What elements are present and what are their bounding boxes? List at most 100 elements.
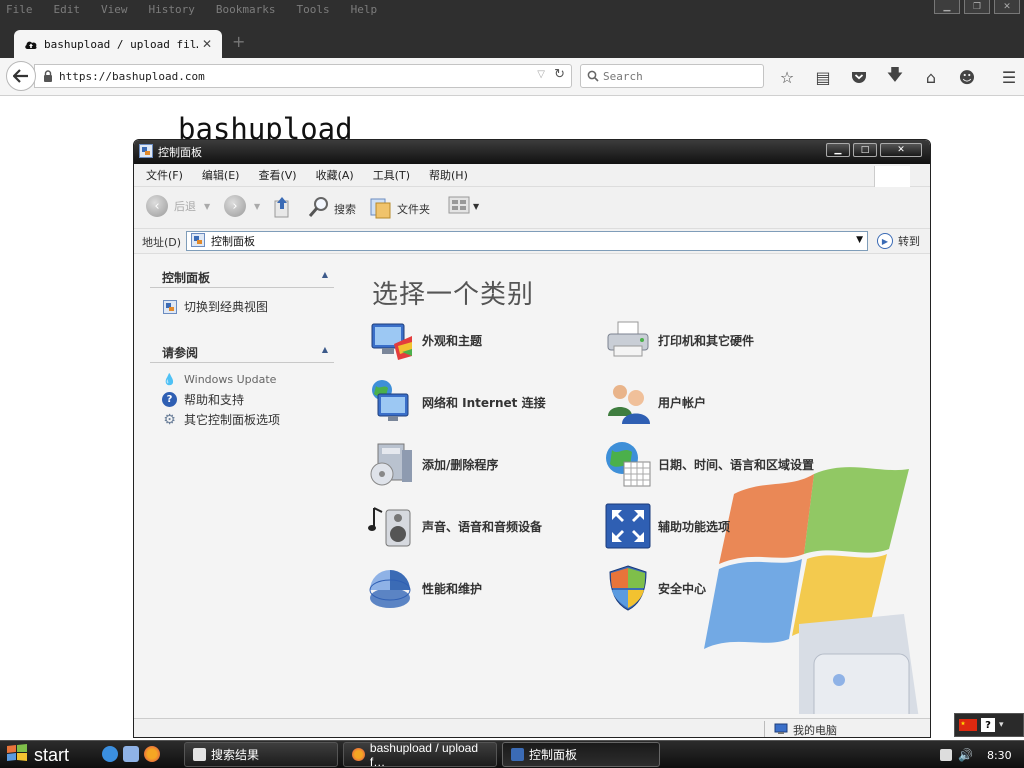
close-button[interactable]: ✕ (994, 0, 1020, 14)
maximize-button[interactable]: ❐ (964, 0, 990, 14)
menu-view[interactable]: 查看(V) (258, 167, 296, 183)
hamburger-menu-icon[interactable]: ☰ (998, 66, 1020, 88)
menu-history[interactable]: History (149, 3, 195, 16)
window-title: 控制面板 (158, 146, 202, 159)
taskbar-label: bashupload / upload f… (369, 740, 479, 768)
folders-button[interactable]: 文件夹 (370, 195, 430, 222)
cloud-upload-icon (24, 35, 38, 54)
category-label: 辅助功能选项 (658, 519, 731, 534)
forward-button[interactable]: › ▼ (224, 195, 260, 217)
category-security-center[interactable]: 安全中心 (604, 564, 706, 612)
control-panel-section-header[interactable]: 控制面板 ▲ (150, 266, 334, 288)
dropdown-icon[interactable]: ▽ (537, 69, 545, 80)
show-desktop-icon[interactable] (123, 746, 139, 762)
category-user-accounts[interactable]: 用户帐户 (604, 378, 706, 426)
china-flag-icon[interactable] (959, 716, 977, 735)
category-printers-hardware[interactable]: 打印机和其它硬件 (604, 316, 754, 364)
bookmark-star-icon[interactable]: ☆ (776, 66, 798, 88)
home-icon[interactable]: ⌂ (920, 66, 942, 88)
language-bar: ? ▾ (954, 713, 1024, 737)
help-icon: ? (162, 392, 177, 407)
new-tab-icon[interactable]: + (232, 32, 245, 51)
other-options-link[interactable]: ⚙ 其它控制面板选项 (162, 411, 280, 428)
menu-view[interactable]: View (101, 3, 128, 16)
category-appearance-themes[interactable]: 外观和主题 (368, 316, 482, 364)
maximize-button[interactable]: □ (853, 143, 877, 157)
menu-tools[interactable]: 工具(T) (373, 167, 410, 183)
minimize-button[interactable]: ▁ (934, 0, 960, 14)
menu-tools[interactable]: Tools (296, 3, 329, 16)
back-label: 后退 (174, 200, 196, 213)
status-label: 我的电脑 (793, 724, 837, 737)
close-button[interactable]: ✕ (880, 143, 922, 157)
network-icon (368, 378, 416, 426)
minimize-button[interactable]: ▁ (826, 143, 850, 157)
up-folder-button[interactable] (272, 195, 292, 222)
menu-help[interactable]: 帮助(H) (429, 167, 468, 183)
back-arrow-icon: ‹ (146, 195, 168, 217)
tab-bashupload[interactable]: bashupload / upload fil… ✕ (14, 30, 222, 58)
switch-classic-view-link[interactable]: 切换到经典视图 (162, 298, 268, 315)
back-button[interactable] (6, 61, 36, 91)
status-divider (764, 721, 765, 737)
reading-list-icon[interactable]: ▤ (812, 66, 834, 88)
close-tab-icon[interactable]: ✕ (202, 37, 212, 51)
folders-icon (370, 195, 392, 222)
category-date-time-language[interactable]: 日期、时间、语言和区域设置 (604, 440, 814, 488)
download-icon[interactable]: 🡇 (884, 65, 906, 88)
taskbar-control-panel[interactable]: 控制面板 (502, 742, 660, 767)
category-network-internet[interactable]: 网络和 Internet 连接 (368, 378, 546, 426)
menu-bookmarks[interactable]: Bookmarks (216, 3, 276, 16)
category-sound-audio[interactable]: 声音、语音和音频设备 (368, 502, 542, 550)
menu-file[interactable]: File (6, 3, 33, 16)
desktop-screen: File Edit View History Bookmarks Tools H… (0, 0, 1024, 768)
switch-view-label: 切换到经典视图 (184, 300, 269, 314)
address-bar: 地址(D) 控制面板 ▼ ▶ 转到 (134, 229, 930, 254)
help-icon[interactable]: ? (981, 718, 995, 732)
navigation-toolbar: https://bashupload.com ▽ ↻ Search ☆ ▤ 🡇 … (0, 58, 1024, 96)
hello-chat-icon[interactable]: ☻ (956, 66, 978, 88)
volume-icon[interactable]: 🔊 (958, 748, 973, 762)
help-support-link[interactable]: ? 帮助和支持 (162, 391, 244, 408)
menu-edit[interactable]: 编辑(E) (202, 167, 240, 183)
reload-icon[interactable]: ↻ (554, 67, 565, 82)
search-bar[interactable]: Search (580, 64, 764, 88)
taskbar-search-results[interactable]: 搜索结果 (184, 742, 338, 767)
windows-xp-logo-decoration (704, 467, 919, 714)
category-add-remove-programs[interactable]: 添加/删除程序 (368, 440, 498, 488)
options-arrow-icon[interactable]: ▾ (999, 720, 1004, 730)
address-input[interactable]: 控制面板 ▼ (186, 231, 868, 251)
pocket-icon[interactable] (848, 66, 870, 88)
lock-icon (43, 67, 53, 86)
menu-favorites[interactable]: 收藏(A) (316, 167, 354, 183)
category-performance-maintenance[interactable]: 性能和维护 (368, 564, 482, 612)
internet-explorer-icon[interactable] (102, 746, 118, 762)
firefox-icon (352, 748, 365, 761)
menu-edit[interactable]: Edit (54, 3, 81, 16)
url-bar[interactable]: https://bashupload.com ▽ ↻ (34, 64, 572, 88)
search-button[interactable]: 搜索 (308, 195, 356, 222)
users-icon (604, 378, 652, 426)
security-shield-icon (604, 564, 652, 612)
control-panel-body: 控制面板 ▲ 切换到经典视图 请参阅 ▲ 💧 Windows Update ? … (134, 254, 930, 718)
collapse-icon[interactable]: ▲ (322, 270, 328, 279)
clock[interactable]: 8:30 (987, 749, 1012, 762)
firefox-window-controls: ▁ ❐ ✕ (934, 0, 1020, 14)
address-dropdown-icon[interactable]: ▼ (856, 235, 863, 245)
menu-help[interactable]: Help (351, 3, 378, 16)
see-also-section-header[interactable]: 请参阅 ▲ (150, 341, 334, 363)
windows-update-link[interactable]: 💧 Windows Update (162, 372, 277, 387)
category-accessibility[interactable]: 辅助功能选项 (604, 502, 730, 550)
go-button[interactable]: ▶ 转到 (877, 233, 920, 249)
back-button[interactable]: ‹ 后退 ▼ (146, 195, 210, 217)
firefox-icon[interactable] (144, 746, 160, 762)
start-button[interactable]: start (0, 741, 90, 768)
taskbar-firefox[interactable]: bashupload / upload f… (343, 740, 497, 768)
control-panel-titlebar[interactable]: 控制面板 ▁ □ ✕ (134, 140, 930, 164)
windows-update-icon: 💧 (162, 373, 177, 386)
collapse-icon[interactable]: ▲ (322, 345, 328, 354)
tray-app-icon[interactable] (940, 749, 952, 761)
firefox-titlebar: File Edit View History Bookmarks Tools H… (0, 0, 1024, 28)
views-button[interactable]: ▼ (448, 195, 479, 218)
menu-file[interactable]: 文件(F) (146, 167, 183, 183)
